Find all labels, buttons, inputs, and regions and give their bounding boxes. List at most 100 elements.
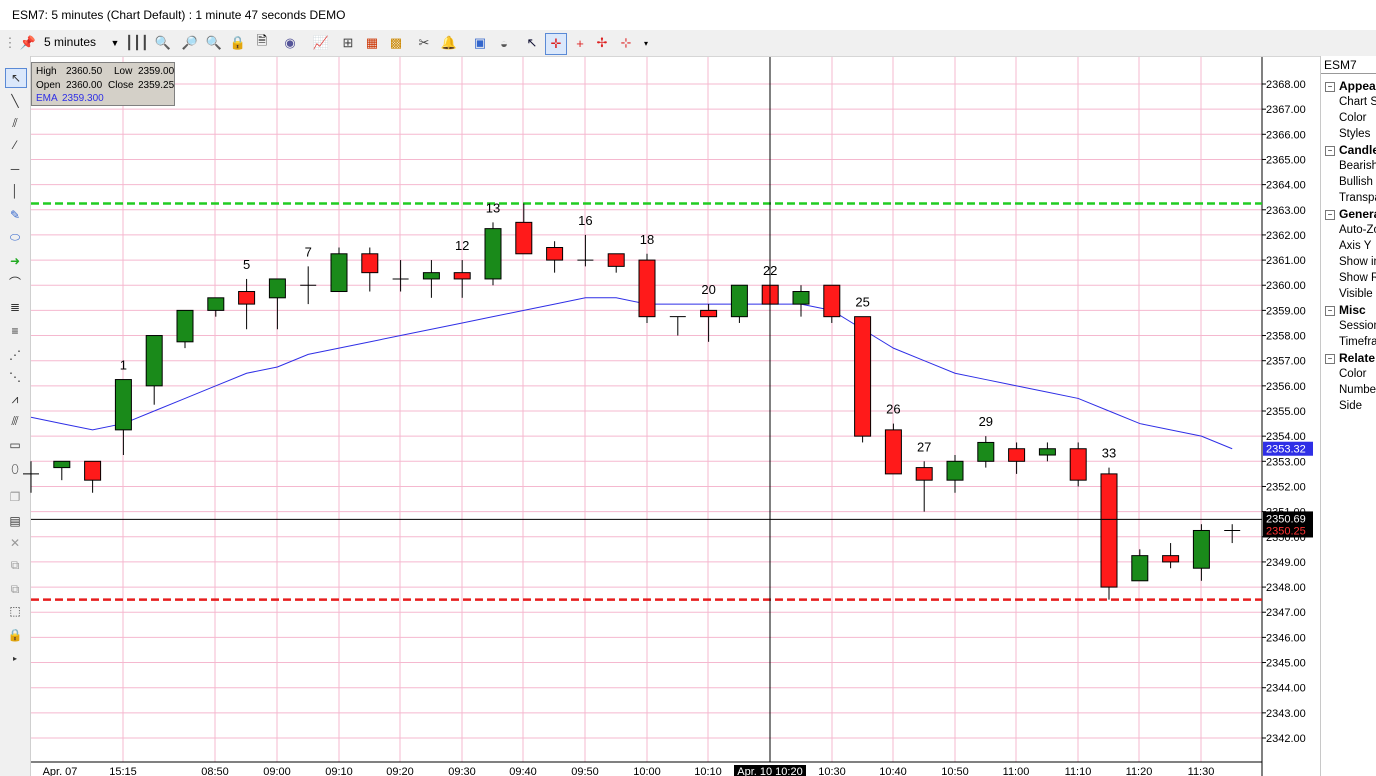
candle-body[interactable] bbox=[268, 278, 286, 299]
collapse-icon[interactable]: − bbox=[1325, 146, 1335, 156]
property-item[interactable]: Axis Y bbox=[1321, 238, 1376, 254]
candle-body[interactable] bbox=[1069, 448, 1087, 481]
property-item[interactable]: Bullish bbox=[1321, 174, 1376, 190]
property-category[interactable]: −Genera bbox=[1321, 206, 1376, 222]
crosshair-price-label: 2350.69 bbox=[1266, 513, 1306, 525]
bar-count-label: 12 bbox=[455, 238, 469, 253]
property-item[interactable]: Color bbox=[1321, 366, 1376, 382]
property-category[interactable]: − Relate bbox=[1321, 350, 1376, 366]
property-item-label: Styles bbox=[1339, 128, 1371, 140]
x-tick-label: 15:15 bbox=[109, 766, 137, 776]
candle-body[interactable] bbox=[145, 335, 163, 387]
property-category-label: Appear bbox=[1339, 79, 1376, 93]
data-box: High 2360.50 Low 2359.00 Open 2360.00 Cl… bbox=[31, 62, 175, 106]
high-label: High bbox=[36, 66, 57, 77]
property-item[interactable]: Transpa bbox=[1321, 190, 1376, 206]
properties-symbol: ESM7 bbox=[1321, 56, 1376, 74]
candle-body[interactable] bbox=[1038, 448, 1056, 456]
y-tick-label: 2343.00 bbox=[1266, 708, 1306, 720]
x-tick-label: 09:00 bbox=[263, 766, 291, 776]
candle-body[interactable] bbox=[977, 441, 995, 462]
property-item-label: Timefran bbox=[1339, 336, 1376, 348]
bar-count-label: 13 bbox=[486, 200, 500, 215]
x-tick-label: 09:50 bbox=[571, 766, 599, 776]
bar-count-label: 25 bbox=[855, 295, 869, 310]
low-value: 2359.00 bbox=[138, 66, 175, 77]
candle-body[interactable] bbox=[53, 460, 71, 469]
property-category[interactable]: −Appear bbox=[1321, 78, 1376, 94]
candle-body[interactable] bbox=[792, 291, 810, 305]
property-category[interactable]: − Misc bbox=[1321, 302, 1376, 318]
property-item[interactable]: Visible bbox=[1321, 286, 1376, 302]
candle-body[interactable] bbox=[84, 460, 102, 481]
properties-panel: ESM7 −AppearChart StColorStyles−CandleBe… bbox=[1320, 56, 1376, 776]
property-item[interactable]: Bearish bbox=[1321, 158, 1376, 174]
collapse-icon[interactable]: − bbox=[1325, 82, 1335, 92]
candle-body[interactable] bbox=[238, 291, 256, 305]
collapse-icon[interactable]: − bbox=[1325, 354, 1335, 364]
y-tick-label: 2344.00 bbox=[1266, 683, 1306, 695]
candle-body[interactable] bbox=[176, 309, 194, 343]
x-tick-label: 10:00 bbox=[633, 766, 661, 776]
y-tick-label: 2352.00 bbox=[1266, 481, 1306, 493]
property-item[interactable]: Color bbox=[1321, 110, 1376, 126]
property-item-label: Auto-Zo bbox=[1339, 224, 1376, 236]
candle-body[interactable] bbox=[1131, 555, 1149, 582]
y-tick-label: 2354.00 bbox=[1266, 431, 1306, 443]
property-item[interactable]: Timefran bbox=[1321, 334, 1376, 350]
property-item[interactable]: Chart St bbox=[1321, 94, 1376, 110]
candle-body[interactable] bbox=[607, 253, 625, 267]
candle-body[interactable] bbox=[638, 259, 656, 318]
property-item[interactable]: Number bbox=[1321, 382, 1376, 398]
candle-body[interactable] bbox=[114, 379, 132, 431]
collapse-icon[interactable]: − bbox=[1325, 306, 1335, 316]
candle-body[interactable] bbox=[207, 297, 225, 311]
bar-count-label: 18 bbox=[640, 232, 654, 247]
y-tick-label: 2353.00 bbox=[1266, 456, 1306, 468]
property-item-label: Transpa bbox=[1339, 192, 1376, 204]
property-item[interactable]: Session bbox=[1321, 318, 1376, 334]
candle-body[interactable] bbox=[1162, 555, 1180, 563]
y-tick-label: 2363.00 bbox=[1266, 205, 1306, 217]
x-tick-label: 11:30 bbox=[1188, 766, 1215, 776]
candle-body[interactable] bbox=[422, 272, 440, 280]
property-item[interactable]: Show in bbox=[1321, 254, 1376, 270]
candle-body[interactable] bbox=[361, 253, 379, 274]
candle-body[interactable] bbox=[484, 228, 502, 280]
property-item[interactable]: Show R bbox=[1321, 270, 1376, 286]
candle-body[interactable] bbox=[730, 284, 748, 318]
candle-body[interactable] bbox=[1192, 529, 1210, 569]
candle-body[interactable] bbox=[453, 272, 471, 280]
candle-body[interactable] bbox=[1008, 448, 1026, 462]
property-item-label: Bullish bbox=[1339, 176, 1373, 188]
bar-count-label: 20 bbox=[701, 282, 715, 297]
property-item[interactable]: Auto-Zo bbox=[1321, 222, 1376, 238]
property-item-label: Session bbox=[1339, 320, 1376, 332]
property-item-label: Axis Y bbox=[1339, 240, 1372, 252]
price-chart[interactable]: 2368.00 2367.00 2366.00 2365.00 2364.00 2363.… bbox=[0, 0, 1320, 776]
y-tick-label: 2358.00 bbox=[1266, 331, 1306, 343]
candle-body[interactable] bbox=[330, 253, 348, 293]
candle-body[interactable] bbox=[700, 309, 718, 318]
property-item-label: Side bbox=[1339, 400, 1363, 412]
property-category[interactable]: − Candle bbox=[1321, 142, 1376, 158]
y-tick-label: 2346.00 bbox=[1266, 632, 1306, 644]
y-tick-label: 2365.00 bbox=[1266, 154, 1306, 166]
candle-body[interactable] bbox=[884, 429, 902, 475]
y-tick-label: 2356.00 bbox=[1266, 381, 1306, 393]
candle-body[interactable] bbox=[546, 247, 564, 261]
candle-body[interactable] bbox=[854, 316, 872, 437]
bar-count-label: 5 bbox=[243, 257, 250, 272]
candle-body[interactable] bbox=[515, 221, 533, 255]
x-tick-label: 09:30 bbox=[448, 766, 476, 776]
y-tick-label: 2367.00 bbox=[1266, 104, 1306, 116]
candle-body[interactable] bbox=[1100, 473, 1118, 588]
candle-body[interactable] bbox=[946, 460, 964, 481]
y-tick-label: 2366.00 bbox=[1266, 129, 1306, 141]
candle-body[interactable] bbox=[823, 284, 841, 318]
candle-body[interactable] bbox=[915, 467, 933, 481]
property-item[interactable]: Side bbox=[1321, 398, 1376, 414]
property-item[interactable]: Styles bbox=[1321, 126, 1376, 142]
x-tick-label: 10:40 bbox=[879, 766, 907, 776]
collapse-icon[interactable]: − bbox=[1325, 210, 1335, 220]
